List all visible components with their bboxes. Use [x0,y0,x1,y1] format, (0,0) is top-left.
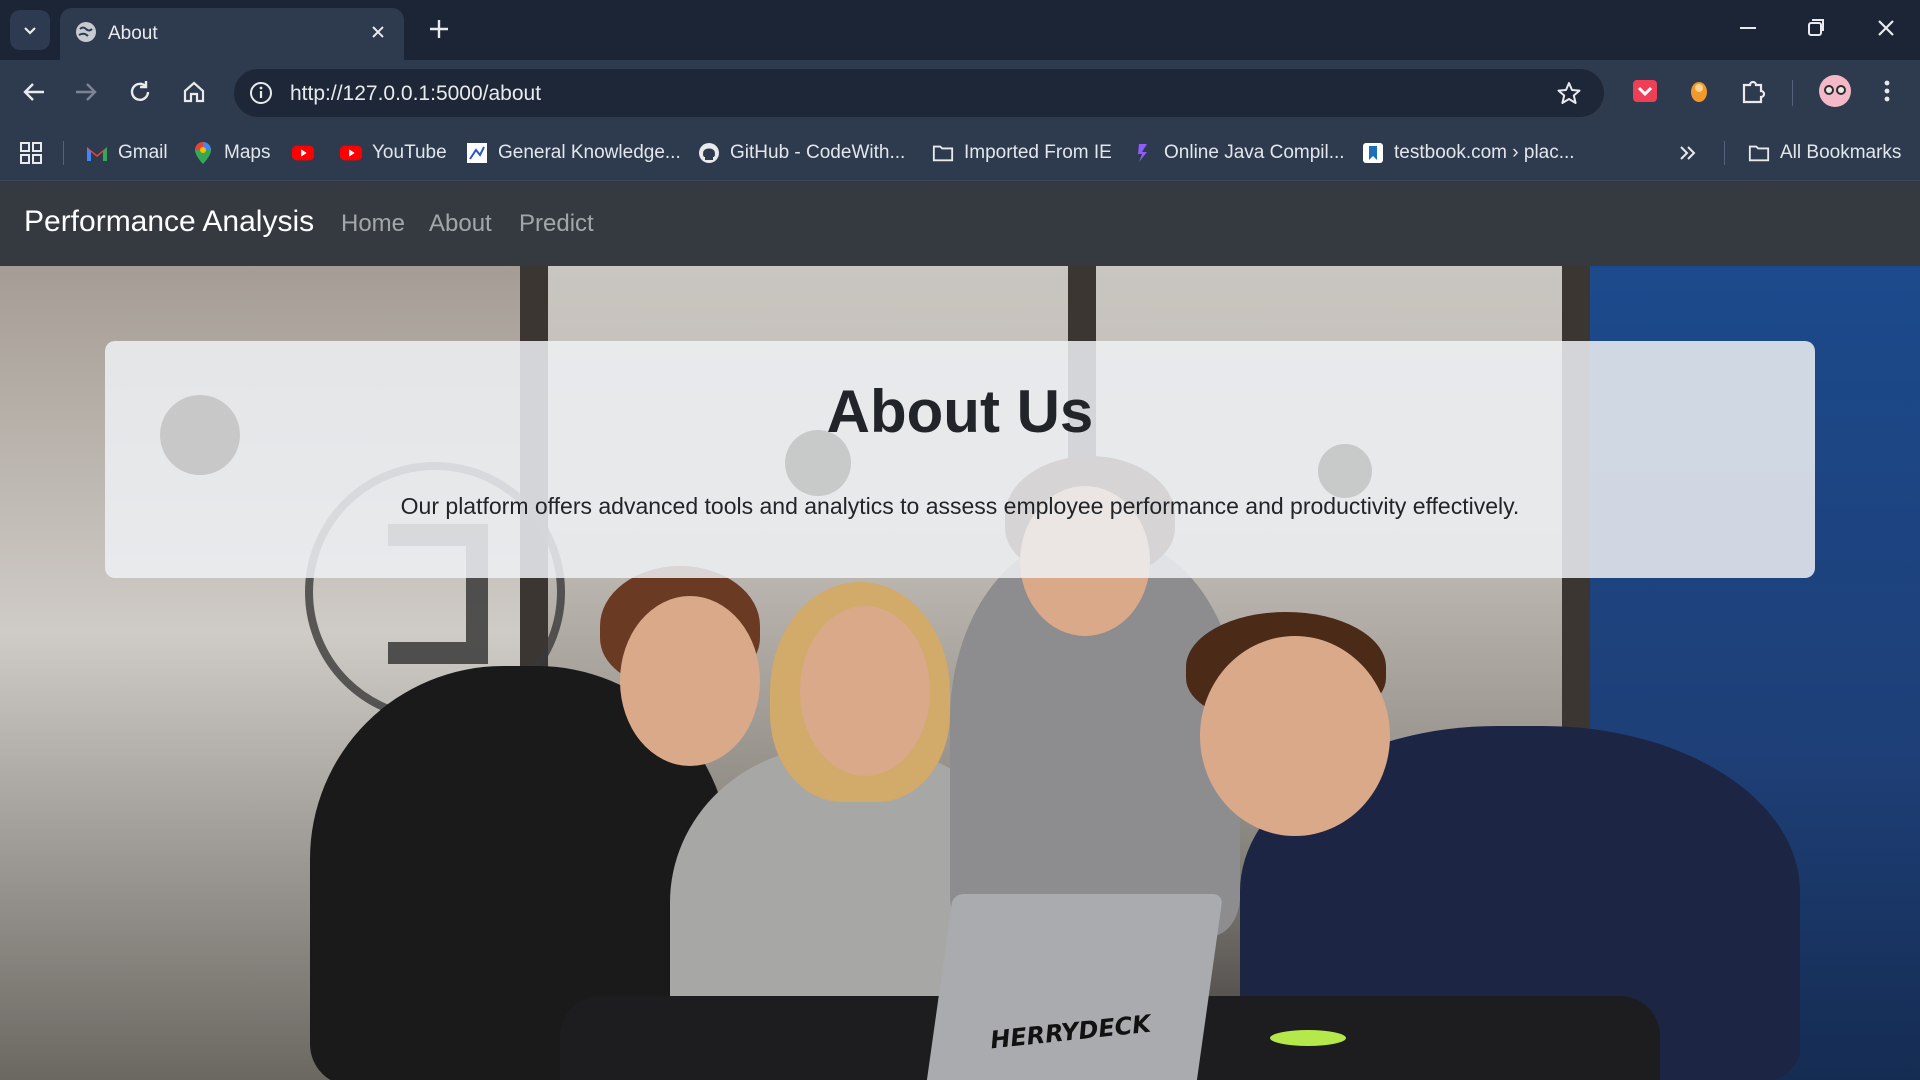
decorative-circle [1318,444,1372,498]
nav-link-home[interactable]: Home [341,210,405,238]
back-arrow-icon[interactable] [20,78,48,106]
bookmark-label: YouTube [372,142,447,163]
apps-grid-icon[interactable] [18,140,44,166]
all-bookmarks-button[interactable]: All Bookmarks [1748,138,1901,168]
restore-icon[interactable] [1802,14,1830,42]
bookmark-gmail[interactable]: Gmail [86,138,168,168]
navbar-brand[interactable]: Performance Analysis [24,205,314,239]
photo-face [800,606,930,776]
close-tab-icon[interactable] [366,20,390,44]
new-tab-icon[interactable] [426,16,452,42]
browser-tab-active[interactable]: About [60,8,404,60]
bookmark-label: Maps [224,142,271,163]
browser-toolbar: http://127.0.0.1:5000/about [0,60,1920,125]
nav-link-about[interactable]: About [429,210,492,238]
site-navbar: Performance Analysis Home About Predict [0,181,1920,266]
photo-laptop [926,894,1224,1080]
maps-icon [192,142,214,164]
about-description: Our platform offers advanced tools and a… [400,493,1520,519]
bookmark-online-java-compiler[interactable]: Online Java Compil... [1132,138,1345,168]
bookmark-youtube[interactable]: YouTube [340,138,447,168]
about-title: About Us [826,378,1094,445]
bookmark-star-icon[interactable] [1556,80,1582,106]
youtube-icon [340,142,362,164]
globe-icon [76,22,96,42]
home-icon[interactable] [180,78,208,106]
extensions-puzzle-icon[interactable] [1738,76,1768,106]
bookmark-label: Imported From IE [964,142,1112,163]
chevron-down-icon [24,27,36,35]
bookmark-label: testbook.com › plac... [1394,142,1575,163]
about-card: About Us Our platform offers advanced to… [105,341,1815,578]
kebab-menu-icon[interactable] [1874,76,1900,106]
bookmark-testbook[interactable]: testbook.com › plac... [1362,138,1575,168]
orange-extension-icon[interactable] [1684,76,1714,106]
folder-icon [932,142,954,164]
folder-icon [1748,142,1770,164]
bookmark-github[interactable]: GitHub - CodeWith... [698,138,905,168]
profile-avatar[interactable] [1818,74,1852,108]
bookmark-label: Gmail [118,142,168,163]
bookmark-folder-imported-from-ie[interactable]: Imported From IE [932,138,1112,168]
nav-link-predict[interactable]: Predict [519,210,594,238]
bookmark-youtube-icon-only[interactable] [292,138,324,168]
close-window-icon[interactable] [1872,14,1900,42]
reload-icon[interactable] [126,78,154,106]
bookmark-label: Online Java Compil... [1164,142,1345,163]
url-text: http://127.0.0.1:5000/about [290,82,542,105]
bookmark-maps[interactable]: Maps [192,138,270,168]
bookmarks-bar: Gmail Maps YouTube General Knowledge... … [0,125,1920,181]
github-icon [698,142,720,164]
photo-face [1200,636,1390,836]
youtube-icon [292,142,314,164]
tab-title: About [108,23,158,44]
forward-arrow-icon[interactable] [72,78,100,106]
bookmark-general-knowledge[interactable]: General Knowledge... [466,138,681,168]
tab-search-button[interactable] [10,10,50,50]
tab-strip: About [0,0,1920,60]
bookmark-label: GitHub - CodeWith... [730,142,906,163]
site-info-icon[interactable] [248,80,274,106]
bookmarks-divider [1724,141,1725,165]
photo-green-coaster [1270,1030,1346,1046]
page-icon [1362,142,1384,164]
toolbar-divider [1792,80,1793,106]
bookmark-label: General Knowledge... [498,142,681,163]
photo-face [620,596,760,766]
all-bookmarks-label: All Bookmarks [1780,142,1902,163]
gmail-icon [86,142,108,164]
pocket-extension-icon[interactable] [1630,76,1660,106]
page-icon [466,142,488,164]
bookmarks-divider [63,141,64,165]
double-chevron-right-icon[interactable] [1676,141,1700,165]
page-icon [1132,142,1154,164]
minimize-icon[interactable] [1734,14,1762,42]
address-bar[interactable]: http://127.0.0.1:5000/about [234,69,1604,117]
